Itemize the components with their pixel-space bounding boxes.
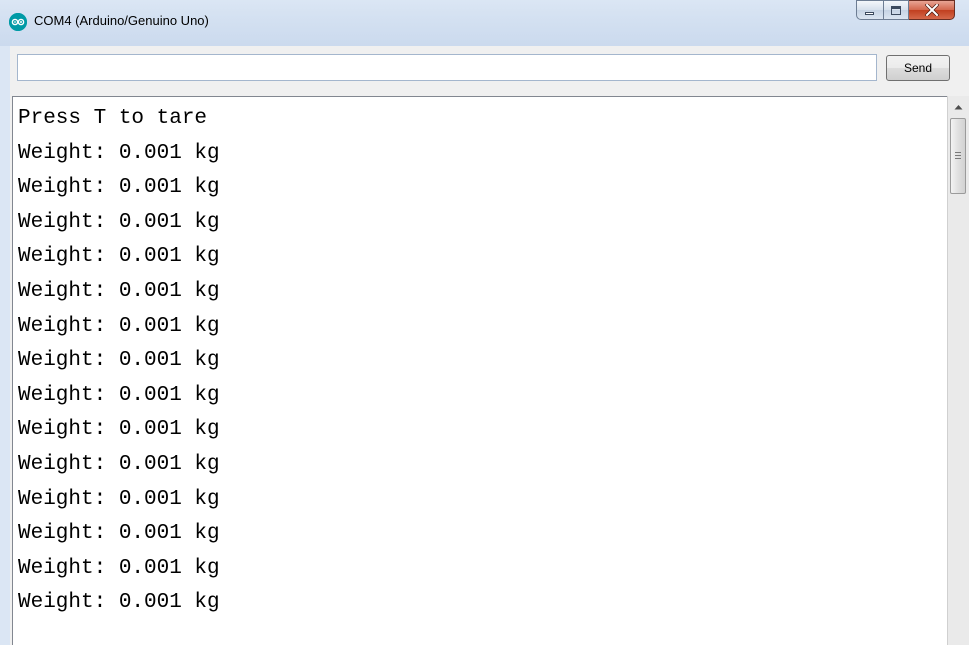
serial-line: Weight: 0.001 kg [18, 383, 220, 407]
minimize-icon [865, 12, 874, 15]
serial-line: Weight: 0.001 kg [18, 210, 220, 234]
caption-buttons [856, 0, 955, 22]
serial-input[interactable] [17, 54, 877, 81]
title-bar[interactable]: COM4 (Arduino/Genuino Uno) [0, 0, 969, 46]
serial-line: Weight: 0.001 kg [18, 591, 220, 615]
serial-output-lines: Press T to tare Weight: 0.001 kg Weight:… [18, 102, 220, 621]
serial-line: Weight: 0.001 kg [18, 176, 220, 200]
serial-line: Weight: 0.001 kg [18, 349, 220, 373]
close-icon [909, 1, 954, 19]
serial-line: Weight: 0.001 kg [18, 245, 220, 269]
output-frame: Press T to tare Weight: 0.001 kg Weight:… [0, 90, 969, 645]
serial-line: Weight: 0.001 kg [18, 418, 220, 442]
send-row: Send [0, 46, 969, 90]
scroll-thumb[interactable] [950, 118, 966, 194]
serial-line: Weight: 0.001 kg [18, 141, 220, 165]
serial-line: Weight: 0.001 kg [18, 452, 220, 476]
chevron-up-icon [954, 104, 963, 109]
maximize-icon [891, 6, 901, 15]
serial-output[interactable]: Press T to tare Weight: 0.001 kg Weight:… [12, 96, 947, 645]
vertical-scrollbar[interactable] [947, 96, 969, 645]
serial-line: Weight: 0.001 kg [18, 522, 220, 546]
close-button[interactable] [909, 0, 955, 20]
serial-line: Weight: 0.001 kg [18, 487, 220, 511]
serial-monitor-window: COM4 (Arduino/Genuino Uno) Send Press T … [0, 0, 969, 645]
window-title: COM4 (Arduino/Genuino Uno) [34, 13, 209, 28]
serial-line: Weight: 0.001 kg [18, 314, 220, 338]
serial-line: Weight: 0.001 kg [18, 279, 220, 303]
send-button[interactable]: Send [886, 55, 950, 81]
serial-line: Press T to tare [18, 107, 208, 130]
maximize-button[interactable] [883, 0, 909, 20]
arduino-logo-icon [9, 13, 27, 31]
scroll-up-button[interactable] [948, 96, 969, 117]
minimize-button[interactable] [856, 0, 883, 20]
serial-line: Weight: 0.001 kg [18, 556, 220, 580]
